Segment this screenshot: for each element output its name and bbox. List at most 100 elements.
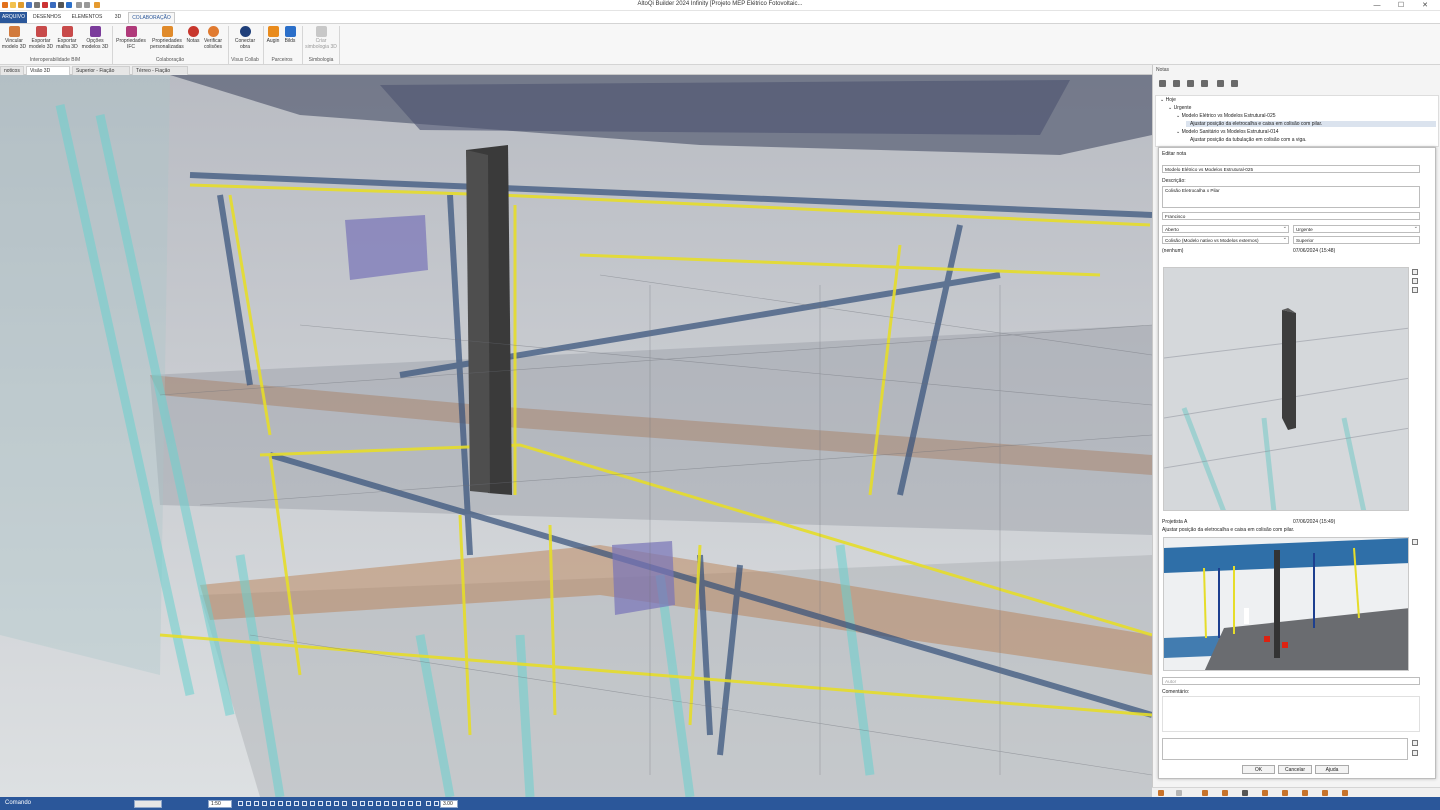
3d-viewport[interactable] xyxy=(0,75,1152,797)
tab-3d[interactable]: 3D xyxy=(110,12,126,23)
tree-node-note1[interactable]: ⌄ Modelo Elétrico vs Modelos Estrutural-… xyxy=(1176,113,1276,119)
polar-icon[interactable] xyxy=(262,801,267,806)
floor-field[interactable]: Superior xyxy=(1293,236,1420,244)
doc-tab-superior-fiacao[interactable]: Superior - Fiação xyxy=(72,66,130,75)
vincular-modelo-button[interactable]: Vincular modelo 3D xyxy=(0,26,28,58)
priority-select[interactable]: Urgente xyxy=(1293,225,1420,233)
link-icon[interactable] xyxy=(1159,80,1166,87)
command-input[interactable] xyxy=(134,800,162,808)
move-icon[interactable] xyxy=(352,801,357,806)
height-icon[interactable] xyxy=(434,801,439,806)
tab-arquivo[interactable]: ARQUIVO xyxy=(0,12,27,23)
grid-icon[interactable] xyxy=(246,801,251,806)
exportar-malha-button[interactable]: Exportar malha 3D xyxy=(53,26,81,58)
doc-tab-terreo-fiacao[interactable]: Térreo - Fiação xyxy=(132,66,188,75)
comment-author-input[interactable]: Autor xyxy=(1162,677,1420,685)
tree-node-urgente[interactable]: ⌄ Urgente xyxy=(1168,105,1191,111)
scale-icon[interactable] xyxy=(368,801,373,806)
panel-tool-6-icon[interactable] xyxy=(1262,790,1268,796)
panel-tool-1-icon[interactable] xyxy=(1158,790,1164,796)
snapshot-edit-icon[interactable] xyxy=(1412,269,1418,275)
am-icon[interactable] xyxy=(318,801,323,806)
array-icon[interactable] xyxy=(384,801,389,806)
panel-tool-9-icon[interactable] xyxy=(1322,790,1328,796)
extend-icon[interactable] xyxy=(408,801,413,806)
cancel-button[interactable]: Cancelar xyxy=(1278,765,1312,774)
export-icon[interactable] xyxy=(1217,80,1224,87)
panel-tool-2-icon[interactable] xyxy=(1176,790,1182,796)
ok-button[interactable]: OK xyxy=(1242,765,1275,774)
zoom-level-field[interactable]: 3.00 xyxy=(440,800,458,808)
author-field[interactable]: Francisco xyxy=(1162,212,1420,220)
tree-node-note2-desc[interactable]: Ajustar posição da tubulação em colisão … xyxy=(1190,137,1306,143)
conectar-obra-button[interactable]: Conectar obra xyxy=(231,26,259,58)
scale-field[interactable]: 1:50 xyxy=(208,800,232,808)
panel-tool-3-icon[interactable] xyxy=(1202,790,1208,796)
panel-bottom-toolbar xyxy=(1152,787,1440,797)
otrack-icon[interactable] xyxy=(278,801,283,806)
snapshot-delete-icon[interactable] xyxy=(1412,287,1418,293)
attach-image-icon[interactable] xyxy=(1412,740,1418,746)
comment-image-edit-icon[interactable] xyxy=(1412,539,1418,545)
status-select[interactable]: Aberto xyxy=(1162,225,1289,233)
edit-icon[interactable] xyxy=(1187,80,1194,87)
bilds-button[interactable]: Bilds xyxy=(280,26,300,58)
dyn-icon[interactable] xyxy=(286,801,291,806)
type-select[interactable]: Colisão (Modelo nativo vs Modelos extern… xyxy=(1162,236,1289,244)
attach-edit-icon[interactable] xyxy=(1412,750,1418,756)
description-field[interactable]: Colisão Eletrocalha x Pilar xyxy=(1162,186,1420,208)
ribbon-separator xyxy=(339,26,340,64)
close-button[interactable]: ✕ xyxy=(1418,0,1432,11)
sc-icon[interactable] xyxy=(310,801,315,806)
doc-tab-visao-3d[interactable]: Visão 3D xyxy=(26,66,70,75)
snapshot-camera-icon[interactable] xyxy=(1412,278,1418,284)
doc-tab-noticos[interactable]: noticos xyxy=(0,66,24,75)
comment-text: Ajustar posição da eletrocalha e caixa e… xyxy=(1162,527,1295,533)
tree-node-note2[interactable]: ⌄ Modelo Sanitário vs Modelos Estrutural… xyxy=(1176,129,1279,135)
maximize-button[interactable]: ☐ xyxy=(1394,0,1408,11)
tab-desenhos[interactable]: DESENHOS xyxy=(30,12,64,23)
snap-icon[interactable] xyxy=(238,801,243,806)
refresh-icon[interactable] xyxy=(1231,80,1238,87)
panel-tool-8-icon[interactable] xyxy=(1302,790,1308,796)
new-comment-input[interactable] xyxy=(1162,738,1408,760)
criar-simbologia-button[interactable]: Criar simbologia 3D xyxy=(304,26,338,58)
pan-icon[interactable] xyxy=(334,801,339,806)
tab-colaboracao[interactable]: COLABORAÇÃO xyxy=(128,12,175,23)
pillar-side xyxy=(466,150,490,493)
filter-icon[interactable] xyxy=(1201,80,1208,87)
tree-node-hoje[interactable]: ⌄ Hoje xyxy=(1160,97,1176,103)
qp-icon[interactable] xyxy=(302,801,307,806)
panel-tool-4-icon[interactable] xyxy=(1222,790,1228,796)
notes-tree: ⌄ Hoje ⌄ Urgente ⌄ Modelo Elétrico vs Mo… xyxy=(1155,95,1439,147)
zoom-icon[interactable] xyxy=(326,801,331,806)
tree-node-note1-desc[interactable]: Ajustar posição da eletrocalha e caixa e… xyxy=(1186,121,1436,127)
ortho-icon[interactable] xyxy=(254,801,259,806)
offset-icon[interactable] xyxy=(392,801,397,806)
verificar-colisoes-button[interactable]: Verificar colisões xyxy=(200,26,226,58)
panel-tool-5-icon[interactable] xyxy=(1242,790,1248,796)
propriedades-ifc-button[interactable]: Propriedades IFC xyxy=(114,26,148,58)
opcoes-modelos-button[interactable]: Opções modelos 3D xyxy=(81,26,109,58)
comment-input[interactable] xyxy=(1162,696,1420,732)
rotate-icon[interactable] xyxy=(360,801,365,806)
exportar-modelo-button[interactable]: Exportar modelo 3D xyxy=(27,26,55,58)
panel-tool-7-icon[interactable] xyxy=(1282,790,1288,796)
group-colaboracao: Colaboração xyxy=(155,57,185,63)
help-button[interactable]: Ajuda xyxy=(1315,765,1349,774)
osnap-icon[interactable] xyxy=(270,801,275,806)
snapshot-render xyxy=(1164,268,1408,510)
orbit-icon[interactable] xyxy=(342,801,347,806)
layer-icon[interactable] xyxy=(426,801,431,806)
minimize-button[interactable]: — xyxy=(1370,0,1384,11)
propriedades-personalizadas-button[interactable]: Propriedades personalizadas xyxy=(148,26,186,58)
panel-tool-10-icon[interactable] xyxy=(1342,790,1348,796)
tab-elementos[interactable]: ELEMENTOS xyxy=(68,12,106,23)
trim-icon[interactable] xyxy=(400,801,405,806)
mirror-icon[interactable] xyxy=(376,801,381,806)
lwt-icon[interactable] xyxy=(294,801,299,806)
delete-icon[interactable] xyxy=(1173,80,1180,87)
fillet-icon[interactable] xyxy=(416,801,421,806)
note-name-field[interactable]: Modelo Elétrico vs Modelos Estrutural-02… xyxy=(1162,165,1420,173)
comment-author: Projetista A xyxy=(1162,519,1188,525)
